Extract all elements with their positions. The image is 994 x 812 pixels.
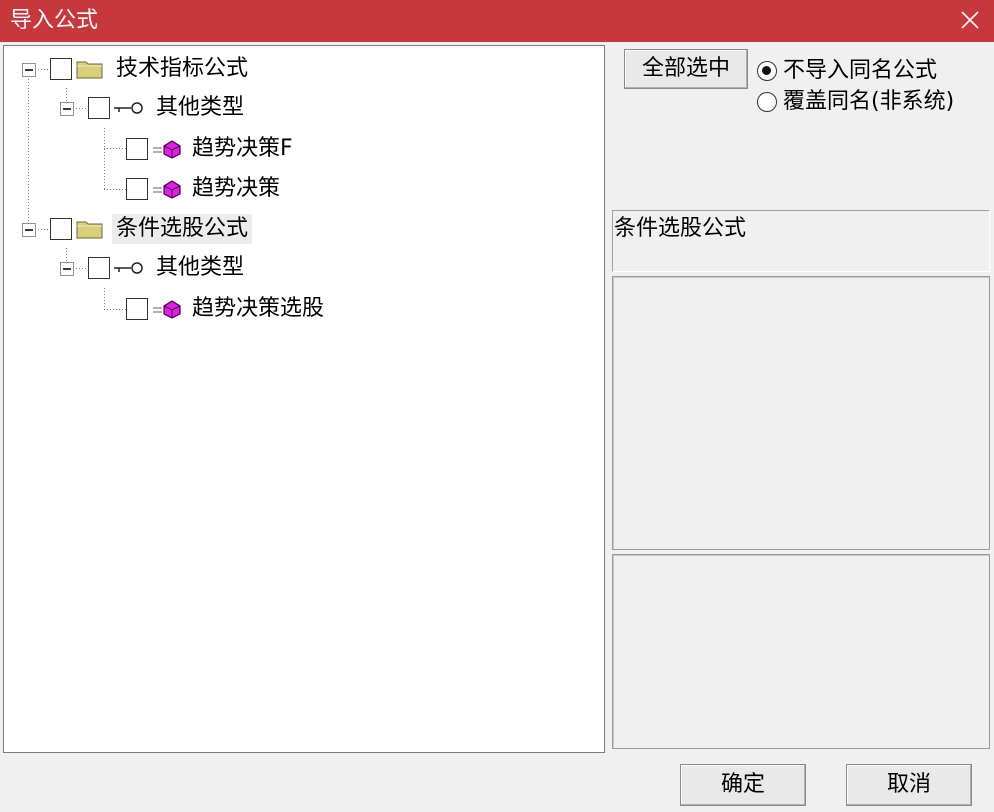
node-label: 条件选股公式	[112, 214, 253, 244]
folder-icon	[76, 218, 104, 240]
formula-detail-panel	[612, 554, 990, 749]
selected-formula-name: 条件选股公式	[614, 216, 747, 241]
formula-gem-icon	[152, 138, 184, 160]
node-checkbox[interactable]	[88, 257, 110, 279]
window-title: 导入公式	[10, 8, 99, 33]
tree-node-indicator-formulas[interactable]: 技术指标公式	[50, 52, 252, 86]
formula-gem-icon	[152, 178, 184, 200]
radio-skip-duplicates[interactable]: 不导入同名公式	[757, 57, 937, 85]
cancel-button[interactable]: 取消	[846, 764, 972, 806]
formula-gem-icon	[152, 298, 184, 320]
node-checkbox[interactable]	[126, 298, 148, 320]
tree-node-other-types[interactable]: 其他类型	[88, 91, 248, 125]
node-checkbox[interactable]	[50, 218, 72, 240]
node-checkbox[interactable]	[50, 58, 72, 80]
select-all-button[interactable]: 全部选中	[624, 49, 748, 89]
tree-node-formula[interactable]: 趋势决策选股	[126, 292, 328, 326]
collapse-toggle[interactable]	[60, 102, 74, 116]
collapse-toggle[interactable]	[22, 223, 36, 237]
tree-node-stock-selection-formulas[interactable]: 条件选股公式	[50, 212, 253, 246]
node-checkbox[interactable]	[88, 97, 110, 119]
radio-indicator[interactable]	[757, 61, 777, 81]
node-checkbox[interactable]	[126, 178, 148, 200]
collapse-toggle[interactable]	[60, 262, 74, 276]
collapse-toggle[interactable]	[22, 63, 36, 77]
close-icon[interactable]	[954, 4, 986, 36]
node-label: 趋势决策选股	[192, 296, 325, 321]
key-icon	[114, 100, 144, 116]
key-icon	[114, 260, 144, 276]
node-label: 其他类型	[156, 255, 245, 280]
node-label: 其他类型	[156, 95, 245, 120]
node-label: 趋势决策F	[192, 136, 293, 161]
ok-button[interactable]: 确定	[680, 764, 806, 806]
radio-indicator[interactable]	[757, 92, 777, 112]
radio-label: 覆盖同名(非系统)	[783, 89, 955, 114]
node-label: 趋势决策	[192, 176, 281, 201]
radio-overwrite-duplicates[interactable]: 覆盖同名(非系统)	[757, 88, 954, 116]
tree-node-formula[interactable]: 趋势决策F	[126, 132, 297, 166]
tree-node-other-types[interactable]: 其他类型	[88, 251, 248, 285]
formula-tree[interactable]: 技术指标公式 其他类型 趋势决策F 趋势决策 条件选股公式 其他类型 趋势决策选…	[3, 45, 605, 753]
tree-node-formula[interactable]: 趋势决策	[126, 172, 284, 206]
formula-description-panel	[612, 276, 990, 550]
radio-label: 不导入同名公式	[783, 58, 938, 83]
node-checkbox[interactable]	[126, 138, 148, 160]
node-label: 技术指标公式	[116, 56, 249, 81]
folder-icon	[76, 58, 104, 80]
title-bar: 导入公式	[0, 0, 994, 42]
